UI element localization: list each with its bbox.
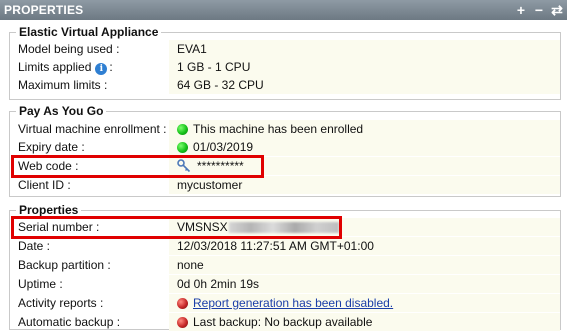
properties-legend: Properties (16, 203, 82, 217)
status-error-icon (177, 316, 188, 328)
eva-legend: Elastic Virtual Appliance (16, 25, 162, 39)
backup-partition-row: Backup partition : none (10, 256, 560, 274)
date-value: 12/03/2018 11:27:51 AM GMT+01:00 (177, 239, 374, 253)
date-row: Date : 12/03/2018 11:27:51 AM GMT+01:00 (10, 237, 560, 255)
automatic-backup-row: Automatic backup : Last backup: No backu… (10, 313, 560, 331)
backup-partition-value-cell: none (169, 256, 560, 274)
limits-applied-row: Limits applied i: 1 GB - 1 CPU (10, 58, 560, 76)
model-value: EVA1 (177, 42, 207, 56)
model-value-cell: EVA1 (169, 40, 560, 58)
date-label: Date : (18, 239, 51, 253)
expiry-row: Expiry date : 01/03/2019 (10, 138, 560, 156)
collapse-icon[interactable]: − (533, 2, 545, 18)
refresh-icon[interactable]: ⇄ (551, 2, 563, 18)
activity-reports-label: Activity reports : (18, 296, 104, 310)
properties-panel-header: PROPERTIES + − ⇄ (0, 0, 567, 20)
maximum-limits-value-cell: 64 GB - 32 CPU (169, 76, 560, 94)
client-id-label: Client ID : (18, 178, 71, 192)
panel-title: PROPERTIES (4, 3, 84, 17)
automatic-backup-value-cell: Last backup: No backup available (169, 313, 560, 331)
backup-partition-value: none (177, 258, 204, 272)
enrollment-row: Virtual machine enrollment : This machin… (10, 120, 560, 138)
properties-content: Elastic Virtual Appliance Model being us… (0, 20, 567, 336)
model-row: Model being used : EVA1 (10, 40, 560, 58)
maximum-limits-row: Maximum limits : 64 GB - 32 CPU (10, 76, 560, 94)
automatic-backup-label: Automatic backup : (18, 315, 121, 329)
date-value-cell: 12/03/2018 11:27:51 AM GMT+01:00 (169, 237, 560, 255)
uptime-value-cell: 0d 0h 2min 19s (169, 275, 560, 293)
client-id-value: mycustomer (177, 178, 243, 192)
activity-reports-row: Activity reports : Report generation has… (10, 294, 560, 312)
enrollment-value: This machine has been enrolled (193, 122, 364, 136)
web-code-highlight (11, 155, 264, 178)
uptime-label: Uptime : (18, 277, 63, 291)
limits-applied-value-cell: 1 GB - 1 CPU (169, 58, 560, 76)
expiry-value: 01/03/2019 (193, 140, 254, 154)
header-tools: + − ⇄ (515, 2, 563, 18)
enrollment-label: Virtual machine enrollment : (18, 122, 167, 136)
maximum-limits-label: Maximum limits : (18, 78, 108, 92)
limits-applied-text: Limits applied (18, 60, 92, 74)
limits-applied-colon: : (109, 60, 113, 74)
status-ok-icon (177, 141, 188, 153)
payg-section: Pay As You Go Virtual machine enrollment… (9, 104, 561, 197)
expiry-value-cell: 01/03/2019 (169, 138, 560, 156)
model-label: Model being used : (18, 42, 120, 56)
activity-reports-value-cell: Report generation has been disabled. (169, 294, 560, 312)
maximum-limits-value: 64 GB - 32 CPU (177, 78, 264, 92)
uptime-row: Uptime : 0d 0h 2min 19s (10, 275, 560, 293)
expiry-label: Expiry date : (18, 140, 85, 154)
enrollment-value-cell: This machine has been enrolled (169, 120, 560, 138)
report-generation-link[interactable]: Report generation has been disabled. (193, 296, 393, 310)
serial-number-highlight (11, 216, 342, 239)
status-error-icon (177, 297, 188, 309)
client-id-row: Client ID : mycustomer (10, 176, 560, 194)
client-id-value-cell: mycustomer (169, 176, 560, 194)
status-ok-icon (177, 123, 188, 135)
limits-applied-value: 1 GB - 1 CPU (177, 60, 251, 74)
payg-legend: Pay As You Go (16, 104, 107, 118)
eva-section: Elastic Virtual Appliance Model being us… (9, 25, 561, 100)
add-icon[interactable]: + (515, 2, 527, 18)
backup-partition-label: Backup partition : (18, 258, 111, 272)
automatic-backup-value: Last backup: No backup available (193, 315, 373, 329)
uptime-value: 0d 0h 2min 19s (177, 277, 260, 291)
limits-applied-label: Limits applied i: (18, 60, 168, 75)
info-icon[interactable]: i (95, 63, 108, 75)
